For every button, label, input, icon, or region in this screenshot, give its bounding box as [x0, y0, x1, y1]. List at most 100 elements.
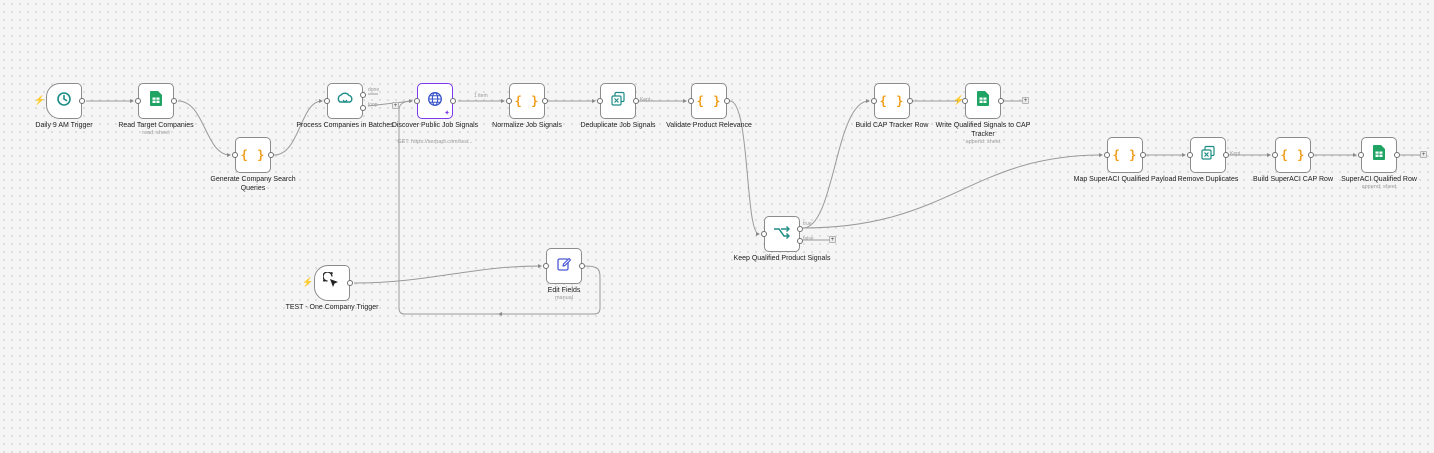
arrowhead	[683, 99, 687, 103]
input-port[interactable]	[232, 152, 238, 158]
output-port[interactable]	[1223, 152, 1229, 158]
input-port[interactable]	[962, 98, 968, 104]
input-port[interactable]	[871, 98, 877, 104]
output-port[interactable]	[171, 98, 177, 104]
node-subtitle: GET: https://serpapi.com/sea...	[397, 139, 473, 145]
arrowhead	[756, 232, 760, 236]
input-port[interactable]	[135, 98, 141, 104]
arrowhead	[1099, 153, 1103, 157]
google-sheets-icon	[1373, 145, 1385, 165]
input-port[interactable]	[1104, 152, 1110, 158]
clock-icon	[56, 91, 72, 112]
arrowhead	[498, 312, 502, 316]
add-node-button[interactable]: +	[1420, 151, 1427, 158]
output-port[interactable]	[724, 98, 730, 104]
google-sheets-icon	[150, 91, 162, 111]
node-build-cap-tracker-row[interactable]: { }	[871, 83, 913, 119]
input-port[interactable]	[688, 98, 694, 104]
output-port[interactable]	[450, 98, 456, 104]
arrowhead	[319, 99, 323, 103]
node-subtitle: append: sheet	[965, 139, 1001, 145]
edge-item-count: 1 item	[474, 93, 488, 99]
node-map-superaci-qualified-payload[interactable]: { }	[1104, 137, 1146, 173]
code-braces-icon: { }	[879, 94, 905, 108]
pin-icon: ✦	[444, 110, 450, 117]
trigger-bolt-icon: ⚡	[302, 277, 314, 287]
output-port[interactable]	[907, 98, 913, 104]
arrowhead	[538, 264, 542, 268]
output-label-loop: loop	[368, 102, 378, 108]
input-port[interactable]	[1358, 152, 1364, 158]
output-port[interactable]	[542, 98, 548, 104]
connections-layer	[86, 93, 1420, 316]
input-port[interactable]	[414, 98, 420, 104]
connection-keep-true-to-map	[802, 154, 1103, 229]
node-edit-fields[interactable]	[543, 248, 585, 284]
node-write-qualified-signals[interactable]	[962, 83, 1004, 119]
node-subtitle: append: sheet	[1361, 184, 1397, 190]
node-build-superaci-cap-row[interactable]: { }	[1272, 137, 1314, 173]
output-port[interactable]	[579, 263, 585, 269]
add-node-button[interactable]: +	[829, 236, 836, 243]
arrowhead	[130, 99, 134, 103]
code-braces-icon: { }	[1280, 148, 1306, 162]
code-braces-icon: { }	[696, 94, 722, 108]
trigger-bolt-icon: ⚡	[34, 95, 46, 105]
filter-icon	[773, 225, 791, 244]
node-test-one-company-trigger[interactable]	[314, 265, 353, 301]
node-subtitle: read: sheet	[142, 130, 170, 136]
node-label: Write Qualified Signals to CAP Tracker	[935, 122, 1031, 138]
code-braces-icon: { }	[1112, 148, 1138, 162]
remove-duplicates-icon	[610, 91, 626, 112]
node-discover-public-job-signals[interactable]: ✦	[414, 83, 456, 119]
cursor-click-icon	[317, 265, 341, 295]
output-label-kept: Kept	[1230, 151, 1241, 157]
input-port[interactable]	[506, 98, 512, 104]
connection-keep-true-to-build-cap	[802, 100, 870, 229]
arrowhead	[1182, 153, 1186, 157]
connection-validate-to-keep	[729, 100, 760, 235]
node-validate-product-relevance[interactable]: { }	[688, 83, 730, 119]
add-node-button[interactable]: +	[1022, 97, 1029, 104]
arrowhead	[592, 99, 596, 103]
arrowhead	[227, 153, 231, 157]
output-port-loop[interactable]	[360, 105, 366, 111]
input-port[interactable]	[543, 263, 549, 269]
node-normalize-job-signals[interactable]: { }	[506, 83, 548, 119]
add-node-button[interactable]: +	[392, 102, 399, 109]
output-port[interactable]	[633, 98, 639, 104]
node-generate-company-search-queries[interactable]: { }	[232, 137, 274, 173]
node-subtitle: manual	[554, 295, 574, 301]
output-label-true: true	[803, 221, 812, 227]
arrowhead	[409, 99, 413, 103]
workflow-canvas[interactable]: ⚡ Daily 9 AM Trigger Read Target Compani…	[0, 0, 1434, 453]
node-superaci-qualified-row[interactable]	[1358, 137, 1400, 173]
node-read-target-companies[interactable]	[135, 83, 177, 119]
output-port[interactable]	[998, 98, 1004, 104]
google-sheets-icon	[977, 91, 989, 111]
input-port[interactable]	[761, 231, 767, 237]
output-port[interactable]	[1140, 152, 1146, 158]
output-port[interactable]	[1308, 152, 1314, 158]
node-deduplicate-job-signals[interactable]	[597, 83, 639, 119]
node-daily-trigger[interactable]	[46, 83, 85, 119]
output-port[interactable]	[1394, 152, 1400, 158]
arrowhead	[1267, 153, 1271, 157]
node-process-companies-in-batches[interactable]	[324, 83, 366, 119]
arrowhead	[1353, 153, 1357, 157]
code-braces-icon: { }	[514, 94, 540, 108]
code-braces-icon: { }	[240, 148, 266, 162]
output-port[interactable]	[79, 98, 85, 104]
input-port[interactable]	[597, 98, 603, 104]
node-keep-qualified-product-signals[interactable]	[761, 216, 803, 252]
node-label: Keep Qualified Product Signals	[733, 255, 831, 262]
output-port[interactable]	[268, 152, 274, 158]
input-port[interactable]	[324, 98, 330, 104]
output-port[interactable]	[347, 280, 353, 286]
output-label-done: done	[368, 87, 380, 93]
input-port[interactable]	[1272, 152, 1278, 158]
input-port[interactable]	[1187, 152, 1193, 158]
output-port-done[interactable]	[360, 92, 366, 98]
loop-icon	[336, 92, 354, 111]
node-remove-duplicates[interactable]	[1187, 137, 1229, 173]
